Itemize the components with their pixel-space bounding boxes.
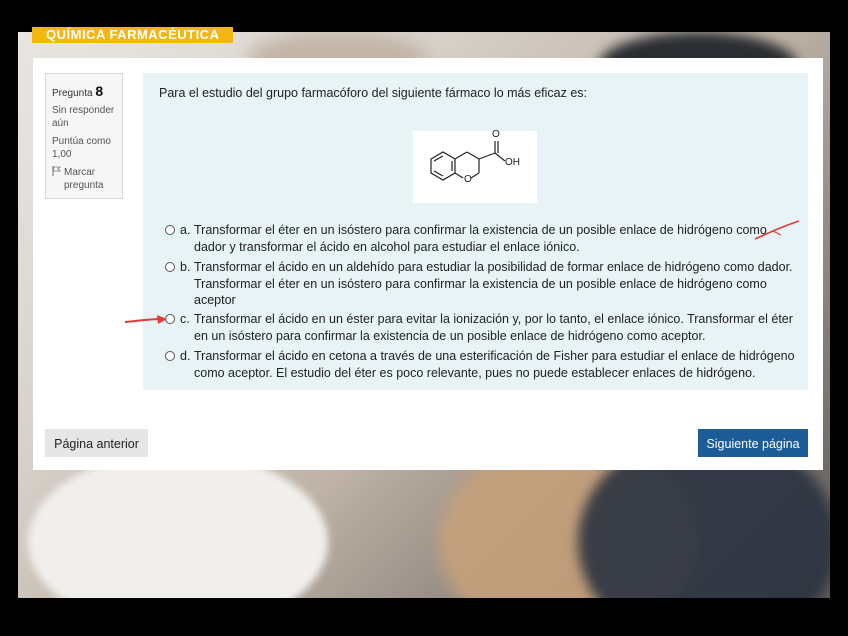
question-box: Para el estudio del grupo farmacóforo de… (143, 73, 808, 390)
previous-page-button[interactable]: Página anterior (45, 429, 148, 457)
option-d-text: Transformar el ácido en cetona a través … (194, 349, 795, 380)
question-number: Pregunta 8 (52, 83, 122, 99)
status-line: aún (52, 118, 69, 129)
option-d-letter: d. (180, 349, 191, 363)
flag-line: Marcar (64, 167, 96, 178)
question-label: Pregunta (52, 88, 93, 99)
option-b[interactable]: b. Transformar el ácido en un aldehído p… (165, 259, 802, 309)
option-b-radio[interactable] (165, 262, 175, 272)
option-c-letter: c. (180, 312, 190, 326)
question-score: Puntúa como 1,00 (52, 135, 122, 161)
carbonyl-oxygen-label: O (492, 129, 500, 140)
flag-icon (52, 166, 61, 192)
quiz-card: Pregunta 8 Sin responder aún Puntúa como… (33, 58, 823, 470)
ring-oxygen-label: O (464, 174, 472, 185)
option-a-letter: a. (180, 223, 191, 237)
option-c[interactable]: c. Transformar el ácido en un éster para… (165, 311, 802, 344)
next-page-button[interactable]: Siguiente página (698, 429, 808, 457)
status-line: Sin responder (52, 105, 115, 116)
flag-question-link[interactable]: Marcar pregunta (52, 166, 122, 192)
question-number-value: 8 (95, 83, 104, 99)
score-line: Puntúa como (52, 136, 111, 147)
chemical-structure: O OH O (413, 129, 537, 203)
flag-line: pregunta (64, 180, 104, 191)
photo-sleeve (28, 452, 328, 598)
option-d-radio[interactable] (165, 351, 175, 361)
red-arrow-annotation-icon (124, 315, 167, 324)
question-status: Sin responder aún (52, 104, 122, 130)
course-banner: QUÍMICA FARMACÉUTICA (32, 27, 234, 43)
score-line: 1,00 (52, 149, 72, 160)
option-c-text: Transformar el ácido en un éster para ev… (194, 312, 793, 343)
option-a-radio[interactable] (165, 225, 175, 235)
question-info-panel: Pregunta 8 Sin responder aún Puntúa como… (45, 73, 123, 199)
option-d[interactable]: d. Transformar el ácido en cetona a trav… (165, 348, 802, 381)
option-b-letter: b. (180, 260, 191, 274)
option-b-text: Transformar el ácido en un aldehído para… (194, 260, 793, 307)
strike-annotation (754, 220, 800, 240)
hydroxyl-label: OH (505, 157, 520, 168)
option-a[interactable]: a. Transformar el éter en un isóstero pa… (165, 222, 802, 255)
option-a-text: Transformar el éter en un isóstero para … (194, 223, 767, 254)
question-text: Para el estudio del grupo farmacóforo de… (159, 86, 588, 100)
